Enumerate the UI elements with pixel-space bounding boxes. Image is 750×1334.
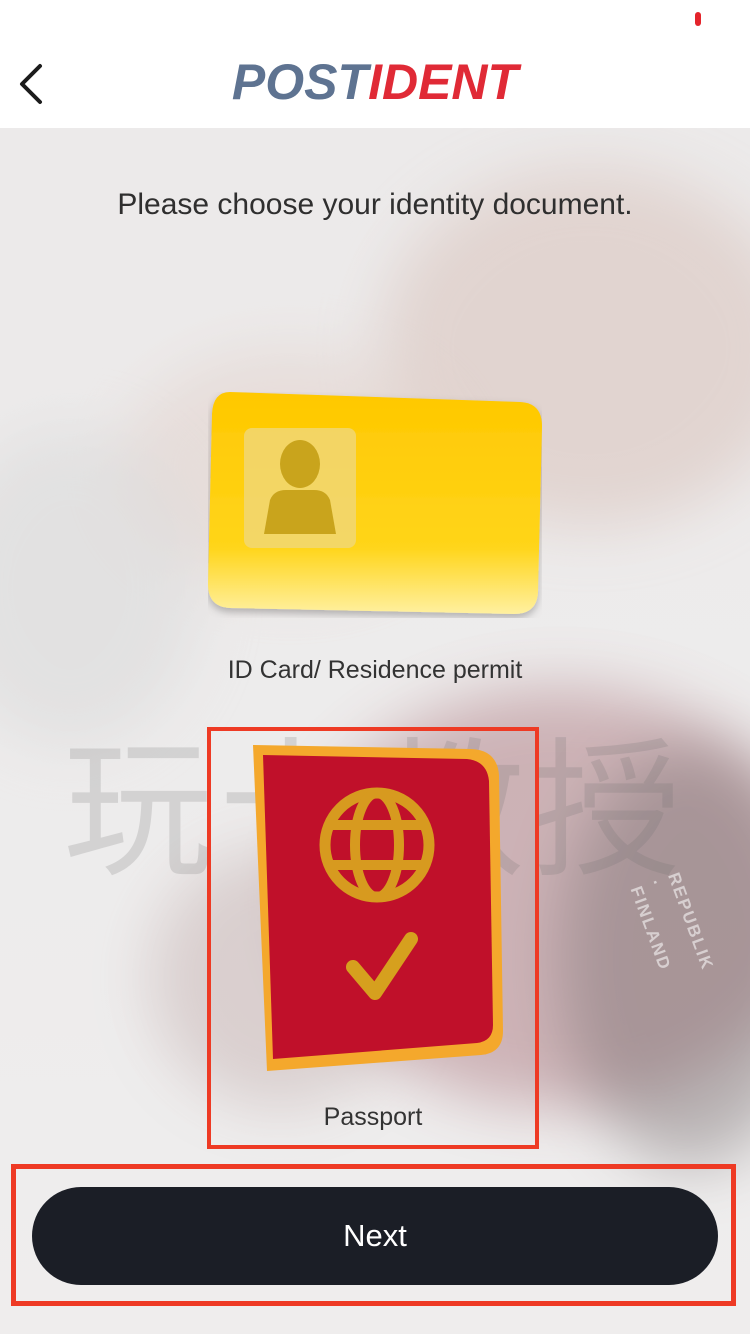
passport-label: Passport — [323, 1103, 423, 1131]
app-header: POSTIDENT — [0, 0, 750, 128]
logo-ident-text: IDENT — [368, 54, 519, 110]
next-button[interactable]: Next — [32, 1187, 718, 1285]
passport-option[interactable]: Passport — [207, 727, 539, 1149]
passport-icon — [253, 745, 503, 1071]
status-indicator-dot — [695, 12, 701, 26]
instruction-text: Please choose your identity document. — [117, 188, 633, 221]
id-card-icon — [208, 392, 542, 614]
logo-post-text: POST — [231, 54, 369, 110]
postident-logo: POSTIDENT — [0, 50, 750, 114]
id-card-option[interactable]: ID Card/ Residence permit — [190, 380, 560, 700]
id-card-label: ID Card/ Residence permit — [227, 656, 523, 684]
document-selection-screen: REPUBLIK · FINLAND 玩卡教授 POSTIDENT Please… — [0, 0, 750, 1334]
